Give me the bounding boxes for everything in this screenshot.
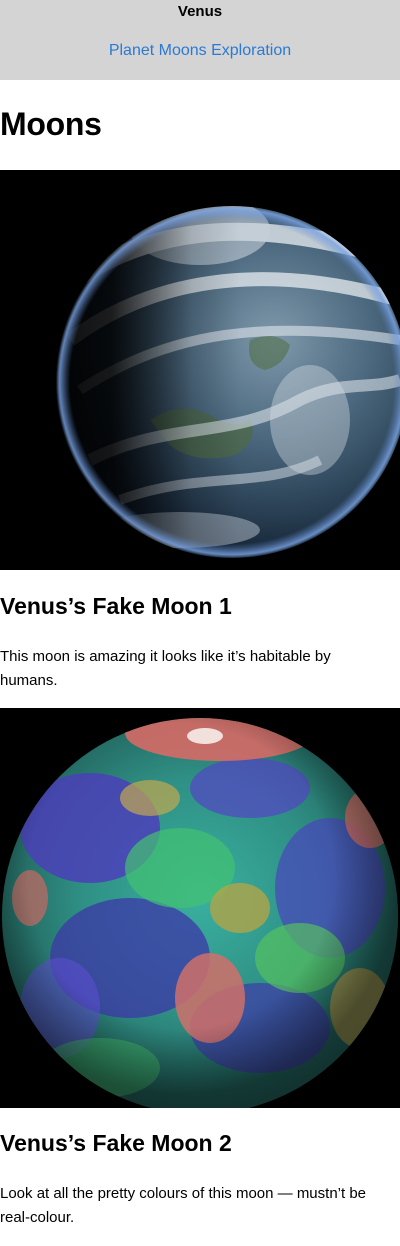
moon-1-image [0,170,400,570]
site-title: Venus [177,3,223,20]
page-heading: Moons [0,106,102,142]
moon-2-description: Look at all the pretty colours of this m… [0,1185,367,1226]
earth-like-planet-illustration [0,170,400,570]
false-colour-planet-illustration [0,708,400,1108]
planet-moons-exploration-link[interactable]: Planet Moons Exploration [0,41,400,61]
moon-2-image [0,708,400,1108]
site-header: Venus Planet Moons Exploration [0,0,400,80]
moon-2-title: Venus’s Fake Moon 2 [0,1130,232,1156]
moon-1-description: This moon is amazing it looks like it’s … [0,648,331,689]
moon-1-title: Venus’s Fake Moon 1 [0,593,232,619]
